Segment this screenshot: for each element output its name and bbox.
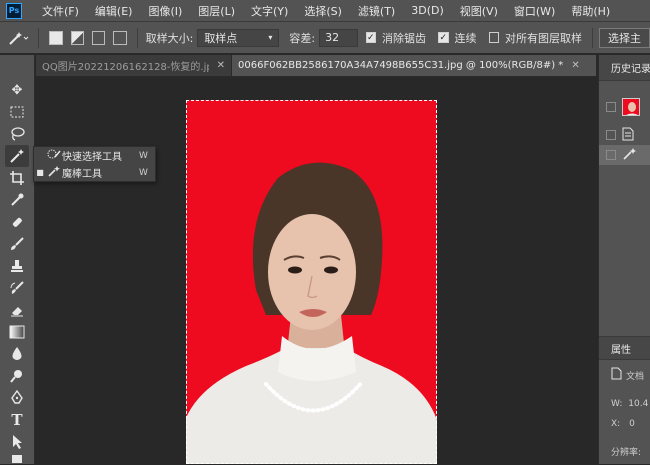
select-subject-button[interactable]: 选择主 (598, 27, 650, 48)
photoshop-logo-icon: Ps (6, 2, 22, 19)
options-divider (592, 27, 593, 48)
flyout-shortcut: W (139, 150, 148, 161)
type-tool-icon[interactable]: T (5, 409, 29, 431)
menu-type[interactable]: 文字(Y) (243, 3, 296, 19)
width-label: W: (611, 399, 623, 409)
flyout-item-magic-wand[interactable]: ■ 魔棒工具 W (34, 164, 155, 181)
resolution-label: 分辨率: (611, 448, 642, 458)
clone-stamp-tool-icon[interactable] (5, 255, 29, 277)
lasso-tool-icon[interactable] (5, 123, 29, 145)
tab-active-document[interactable]: 0066F062BB2586170A34A7498B655C31.jpg @ 1… (232, 55, 597, 76)
history-brush-tool-icon[interactable] (5, 277, 29, 299)
magic-wand-icon (622, 147, 636, 164)
menu-help[interactable]: 帮助(H) (563, 3, 618, 19)
menu-file[interactable]: 文件(F) (34, 3, 87, 19)
x-label: X: (611, 419, 621, 429)
pen-tool-icon[interactable] (5, 387, 29, 409)
tools-panel: ✥ T (0, 55, 35, 464)
menu-3d[interactable]: 3D(D) (403, 4, 452, 17)
history-checkbox[interactable] (606, 130, 616, 140)
right-panel: 历史记录 属性 文档 W: 10.4 X: 0 分辨率: (598, 55, 650, 464)
rectangular-marquee-tool-icon[interactable] (5, 101, 29, 123)
tab-label: QQ图片20221206162128-恢复的.jpg (42, 62, 209, 73)
intersect-selection-mode-button[interactable] (113, 30, 127, 45)
close-icon[interactable]: ✕ (571, 60, 579, 71)
menu-select[interactable]: 选择(S) (296, 3, 350, 19)
menu-edit[interactable]: 编辑(E) (87, 3, 141, 19)
document-canvas[interactable] (36, 78, 597, 464)
crop-tool-icon[interactable] (5, 167, 29, 189)
portrait-photo[interactable] (186, 100, 437, 464)
history-magic-wand-row[interactable] (599, 145, 650, 165)
magic-wand-tool-icon[interactable] (5, 145, 29, 167)
x-value[interactable]: 0 (629, 419, 635, 429)
sample-all-layers-label: 对所有图层取样 (505, 31, 583, 45)
add-selection-mode-button[interactable] (70, 30, 84, 45)
selected-bullet-icon: ■ (36, 168, 44, 177)
menu-filter[interactable]: 滤镜(T) (350, 3, 403, 19)
properties-panel-title[interactable]: 属性 (599, 336, 650, 360)
options-divider (38, 27, 40, 48)
rectangle-tool-icon[interactable] (5, 451, 29, 465)
menu-view[interactable]: 视图(V) (452, 3, 506, 19)
sample-size-label: 取样大小: (145, 31, 194, 45)
properties-document-row: 文档 (611, 367, 644, 383)
path-selection-tool-icon[interactable] (5, 431, 29, 453)
snapshot-thumbnail (622, 98, 640, 116)
sample-all-layers-checkbox[interactable] (488, 32, 500, 43)
menu-image[interactable]: 图像(I) (140, 3, 190, 19)
menu-bar: Ps 文件(F) 编辑(E) 图像(I) 图层(L) 文字(Y) 选择(S) 滤… (0, 0, 650, 22)
document-icon (611, 367, 622, 383)
sample-size-value: 取样点 (204, 31, 238, 45)
width-row: W: 10.4 (611, 399, 648, 409)
contiguous-label: 连续 (454, 31, 477, 45)
history-snapshot-row[interactable] (599, 97, 650, 117)
gradient-tool-icon[interactable] (5, 321, 29, 343)
dodge-tool-icon[interactable] (5, 365, 29, 387)
eraser-tool-icon[interactable] (5, 299, 29, 321)
document-icon (622, 127, 634, 144)
flyout-item-quick-selection[interactable]: 快速选择工具 W (34, 147, 155, 164)
brush-tool-icon[interactable] (5, 233, 29, 255)
tab-label: 0066F062BB2586170A34A7498B655C31.jpg @ 1… (238, 60, 564, 71)
new-selection-mode-button[interactable] (49, 30, 63, 45)
width-value[interactable]: 10.4 (628, 399, 648, 409)
options-bar: 取样大小: 取样点 ▾ 容差: 32 ✓ 消除锯齿 ✓ 连续 对所有图层取样 选… (0, 22, 650, 54)
history-open-row[interactable] (599, 125, 650, 145)
quick-selection-icon (46, 148, 62, 163)
healing-brush-tool-icon[interactable] (5, 211, 29, 233)
history-panel-title[interactable]: 历史记录 (599, 55, 650, 81)
subtract-selection-mode-button[interactable] (91, 30, 106, 45)
flyout-item-label: 魔棒工具 (62, 169, 102, 180)
chevron-down-icon: ▾ (268, 33, 273, 42)
tolerance-input[interactable]: 32 (319, 28, 358, 47)
document-tabs: QQ图片20221206162128-恢复的.jpg ✕ 0066F062BB2… (36, 55, 597, 77)
flyout-shortcut: W (139, 167, 148, 178)
contiguous-checkbox[interactable]: ✓ (438, 32, 449, 43)
history-checkbox[interactable] (606, 102, 616, 112)
magic-wand-icon (46, 165, 62, 180)
tolerance-label: 容差: (289, 31, 316, 45)
portrait-illustration (186, 162, 437, 464)
move-tool-icon[interactable]: ✥ (5, 79, 29, 101)
sample-size-dropdown[interactable]: 取样点 ▾ (197, 28, 280, 47)
blur-tool-icon[interactable] (5, 343, 29, 365)
tab-qq-image[interactable]: QQ图片20221206162128-恢复的.jpg ✕ (36, 55, 232, 76)
flyout-item-label: 快速选择工具 (62, 152, 122, 163)
selection-tools-flyout: 快速选择工具 W ■ 魔棒工具 W (33, 146, 156, 182)
document-label: 文档 (626, 371, 645, 382)
menu-layer[interactable]: 图层(L) (190, 3, 243, 19)
close-icon[interactable]: ✕ (217, 60, 225, 71)
magic-wand-preset-icon[interactable] (4, 30, 32, 46)
menu-window[interactable]: 窗口(W) (506, 3, 563, 19)
history-checkbox[interactable] (606, 150, 616, 160)
antialias-label: 消除锯齿 (382, 31, 427, 45)
antialias-checkbox[interactable]: ✓ (365, 32, 377, 43)
options-divider (136, 27, 138, 48)
x-row: X: 0 (611, 419, 635, 429)
eyedropper-tool-icon[interactable] (5, 189, 29, 211)
